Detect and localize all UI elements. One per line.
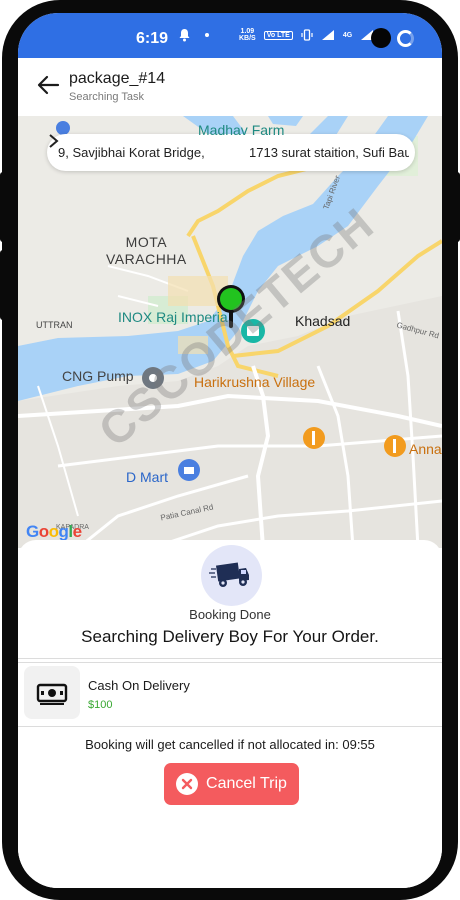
volte-icon: Vo LTE [263, 30, 293, 40]
google-logo-letter: g [58, 522, 69, 541]
status-time: 6:19 [136, 30, 169, 47]
status-icons: 1.09 KB/S Vo LTE 4G [178, 28, 374, 42]
dot-icon [205, 33, 209, 37]
google-logo-letter: G [26, 522, 39, 541]
volume-button [0, 250, 8, 320]
route-bar[interactable]: 9, Savjibhai Korat Bridge, Mota Varachha… [47, 134, 415, 171]
map-label-mota-varachha: MOTA VARACHHA [106, 234, 187, 267]
map-view[interactable]: 9, Savjibhai Korat Bridge, Mota Varachha… [18, 116, 442, 548]
divider [18, 726, 442, 727]
delivery-truck-icon [209, 562, 249, 587]
google-logo: Google [26, 522, 82, 542]
page-subtitle: Searching Task [69, 91, 145, 103]
google-logo-letter: o [48, 522, 59, 541]
booking-sheet: Booking Done Searching Delivery Boy For … [18, 540, 442, 888]
volume-button [0, 172, 8, 242]
payment-icon-box [24, 666, 80, 719]
close-circle-icon [176, 773, 199, 795]
volte-text: Vo [266, 31, 276, 39]
map-label-anna: Anna [409, 441, 442, 457]
status-bar: 6:19 1.09 KB/S Vo LTE 4G [18, 13, 442, 58]
cancel-trip-button[interactable]: Cancel Trip [164, 763, 299, 805]
cash-icon [36, 683, 68, 705]
net-speed: 1.09 KB/S [239, 28, 256, 42]
map-label-uttran: UTTRAN [36, 320, 73, 330]
map-label-madhav-farm: Madhav Farm [198, 122, 285, 138]
front-camera [371, 28, 391, 48]
booking-status: Booking Done [189, 607, 271, 622]
google-logo-letter: e [72, 522, 82, 541]
signal-4g-label: 4G [342, 31, 353, 39]
app-header: package_#14 Searching Task [18, 58, 442, 116]
page-title: package_#14 [69, 70, 166, 87]
net-speed-unit: KB/S [239, 35, 256, 42]
divider [18, 658, 442, 659]
chevron-right-icon [49, 134, 249, 171]
payment-method: Cash On Delivery [88, 678, 190, 693]
notification-bell-icon [179, 29, 190, 42]
app-screen: 6:19 1.09 KB/S Vo LTE 4G package_#14 Sea… [18, 13, 442, 888]
net-speed-value: 1.09 [240, 28, 255, 35]
map-label-cng-pump: CNG Pump [62, 368, 134, 384]
google-logo-letter: o [38, 522, 49, 541]
arrow-left-icon[interactable] [36, 72, 62, 98]
lte-text: LTE [277, 31, 290, 39]
battery-icon [397, 30, 414, 47]
truck-avatar [201, 545, 262, 606]
vibrate-icon [301, 29, 313, 41]
searching-message: Searching Delivery Boy For Your Order. [81, 627, 379, 646]
power-button [452, 172, 460, 242]
route-from[interactable]: 9, Savjibhai Korat Bridge, Mota Varachha [47, 145, 207, 160]
signal-icon [321, 30, 334, 40]
cancel-note: Booking will get cancelled if not alloca… [85, 737, 375, 752]
map-label-d-mart: D Mart [126, 469, 168, 485]
route-to[interactable]: 1713 surat staition, Sufi Baug [249, 145, 409, 160]
payment-amount: $100 [88, 699, 113, 711]
map-label-khadsad: Khadsad [295, 313, 351, 329]
divider [18, 662, 442, 663]
cancel-trip-label: Cancel Trip [206, 775, 287, 792]
